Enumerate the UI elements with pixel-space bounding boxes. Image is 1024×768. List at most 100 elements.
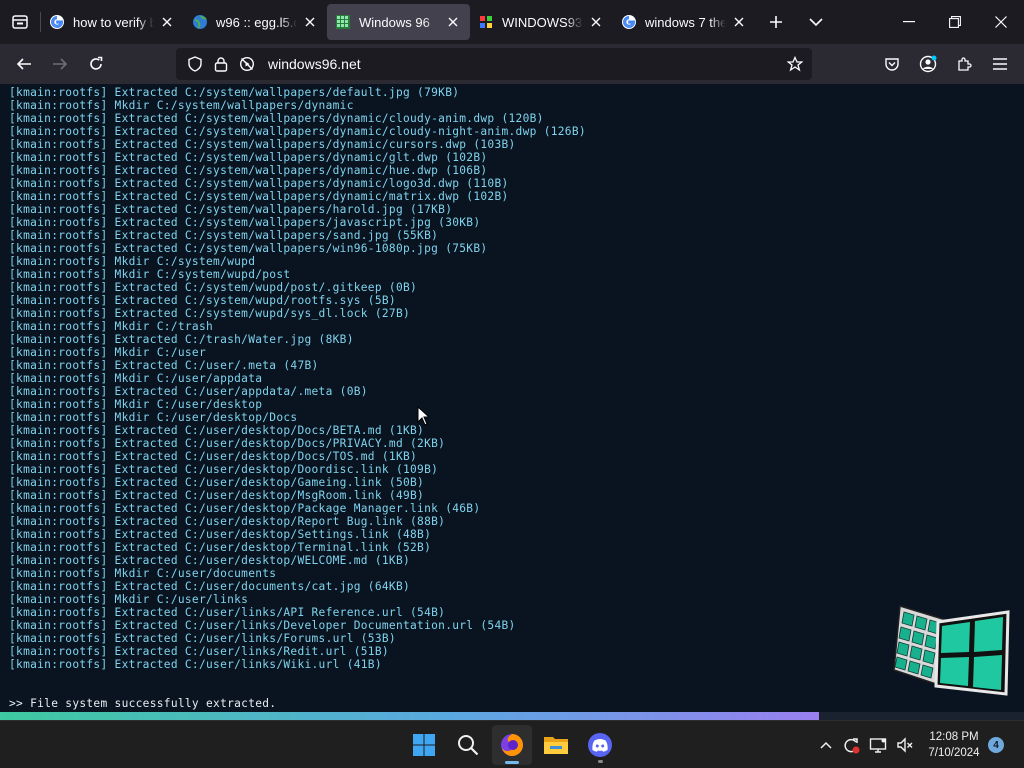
bookmark-star-icon[interactable] [784,53,806,75]
terminal-line: [kmain:rootfs] Extracted C:/user/desktop… [9,515,446,528]
app-menu-button[interactable] [984,48,1016,80]
boot-progress-bar [0,712,1024,720]
windows-taskbar: 12:08 PM 7/10/2024 4 [0,720,1024,768]
file-explorer-icon [544,737,568,754]
close-icon [995,16,1007,28]
firefox-icon [501,734,523,756]
terminal-line: [kmain:rootfs] Extracted C:/user/desktop… [9,554,411,567]
minimize-button[interactable] [886,0,932,44]
account-icon [919,55,937,73]
tab-label: windows 7 them [645,14,726,30]
boot-terminal: [kmain:rootfs] Extracted C:/system/wallp… [0,84,1024,712]
tab-how-to-verify[interactable]: how to verify by [41,4,184,40]
forward-arrow-icon [53,58,68,70]
terminal-line: [kmain:rootfs] Extracted C:/user/desktop… [9,528,432,541]
terminal-line: [kmain:rootfs] Extracted C:/system/wallp… [9,151,488,164]
tab-label: how to verify by [73,14,154,30]
tab-windows93[interactable]: WINDOWS93 [470,4,613,40]
sync-warning-icon [844,738,860,754]
restore-button[interactable] [932,0,978,44]
terminal-log: [kmain:rootfs] Extracted C:/system/wallp… [9,86,586,671]
taskbar-file-explorer[interactable] [536,725,576,765]
pocket-button[interactable] [876,48,908,80]
search-button[interactable] [448,725,488,765]
account-button[interactable] [912,48,944,80]
autoplay-blocked-icon[interactable] [236,53,258,75]
start-button[interactable] [404,725,444,765]
address-bar[interactable]: windows96.net [176,48,812,80]
list-all-tabs-button[interactable] [796,0,836,44]
terminal-line: [kmain:rootfs] Extracted C:/system/wupd/… [9,294,396,307]
tab-label: Windows 96 [359,14,430,30]
taskbar-clock[interactable]: 12:08 PM 7/10/2024 [922,729,986,761]
url-text[interactable]: windows96.net [268,56,361,72]
terminal-line: [kmain:rootfs] Mkdir C:/user/desktop/Doc… [9,411,298,424]
globe-icon [192,14,208,30]
notification-badge[interactable]: 4 [988,737,1004,753]
terminal-line: [kmain:rootfs] Extracted C:/trash/Water.… [9,333,354,346]
close-tab-icon[interactable] [158,13,176,31]
new-tab-button[interactable] [756,0,796,44]
tray-sync-icon[interactable] [839,733,863,757]
chevron-down-icon [809,18,823,27]
terminal-line: [kmain:rootfs] Extracted C:/user/desktop… [9,463,439,476]
close-window-button[interactable] [978,0,1024,44]
terminal-line: [kmain:rootfs] Mkdir C:/user/appdata [9,372,263,385]
terminal-line: [kmain:rootfs] Mkdir C:/user/links [9,593,249,606]
firefox-view-button[interactable] [0,0,40,44]
tracking-protection-icon[interactable] [184,53,206,75]
terminal-line: [kmain:rootfs] Extracted C:/user/desktop… [9,450,418,463]
show-hidden-icons-button[interactable] [814,733,838,757]
boot-progress-fill [0,712,820,720]
search-icon [458,735,479,756]
tab-label: w96 :: egg.l5.ca [216,14,297,30]
tray-display-icon[interactable] [866,733,890,757]
lock-icon[interactable] [210,53,232,75]
close-tab-icon[interactable] [301,13,319,31]
pocket-icon [885,58,899,71]
terminal-line: [kmain:rootfs] Extracted C:/system/wallp… [9,177,509,190]
discord-icon [588,733,612,757]
terminal-line: [kmain:rootfs] Extracted C:/user/links/A… [9,606,446,619]
taskbar-firefox[interactable] [492,725,532,765]
terminal-line: [kmain:rootfs] Extracted C:/system/wallp… [9,216,481,229]
terminal-line: [kmain:rootfs] Extracted C:/system/wallp… [9,229,439,242]
terminal-line: [kmain:rootfs] Extracted C:/user/appdata… [9,385,368,398]
terminal-line: [kmain:rootfs] Extracted C:/system/wallp… [9,242,488,255]
clock-date: 7/10/2024 [928,747,980,759]
terminal-line: [kmain:rootfs] Extracted C:/user/desktop… [9,424,425,437]
tab-strip: how to verify by w96 :: egg.l5.ca Window… [0,0,1024,44]
tab-windows-7-theme[interactable]: windows 7 them [613,4,756,40]
terminal-line: [kmain:rootfs] Extracted C:/system/wallp… [9,86,460,99]
back-button[interactable] [8,48,40,80]
tab-windows-96[interactable]: Windows 96 [327,4,470,40]
close-tab-icon[interactable] [587,13,605,31]
terminal-line: [kmain:rootfs] Extracted C:/system/wallp… [9,190,509,203]
google-icon [49,14,65,30]
terminal-line: [kmain:rootfs] Extracted C:/user/desktop… [9,476,425,489]
terminal-line: [kmain:rootfs] Mkdir C:/system/wupd/post [9,268,291,281]
restore-icon [949,16,961,28]
monitor-icon [869,738,887,753]
close-tab-icon[interactable] [730,13,748,31]
taskbar-discord[interactable] [580,725,620,765]
close-tab-icon[interactable] [444,13,462,31]
terminal-line: [kmain:rootfs] Mkdir C:/user/documents [9,567,277,580]
forward-button[interactable] [44,48,76,80]
terminal-line: [kmain:rootfs] Extracted C:/system/wallp… [9,138,516,151]
terminal-line: [kmain:rootfs] Extracted C:/system/wupd/… [9,281,418,294]
terminal-line: [kmain:rootfs] Extracted C:/user/links/F… [9,632,396,645]
tab-w96-egg[interactable]: w96 :: egg.l5.ca [184,4,327,40]
active-app-indicator [505,761,519,764]
hamburger-menu-icon [993,58,1007,70]
windows96-icon [335,14,351,30]
extensions-button[interactable] [948,48,980,80]
back-arrow-icon [16,58,31,70]
terminal-line: [kmain:rootfs] Extracted C:/user/desktop… [9,437,446,450]
volume-muted-icon [897,737,913,753]
tray-volume-icon[interactable] [893,733,917,757]
running-app-dot [598,760,603,763]
terminal-line: [kmain:rootfs] Extracted C:/system/wallp… [9,203,453,216]
reload-button[interactable] [80,48,112,80]
firefox-view-icon [12,15,28,29]
